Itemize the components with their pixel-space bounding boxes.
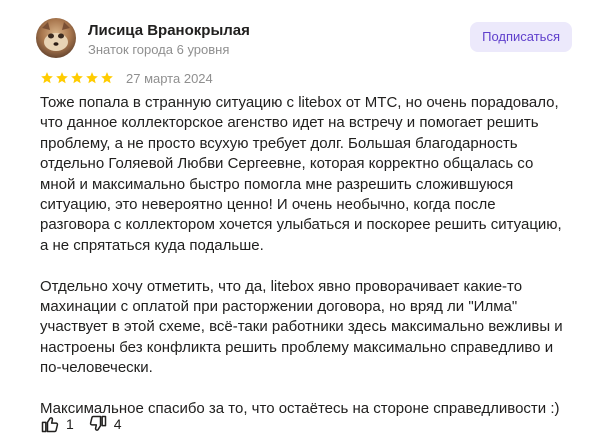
star-icon xyxy=(41,72,53,84)
author-name[interactable]: Лисица Вранокрылая xyxy=(88,22,250,39)
thumbs-up-icon xyxy=(41,417,59,433)
review-reactions: 1 4 xyxy=(40,412,136,436)
star-icon xyxy=(56,72,68,84)
thumbs-down-icon xyxy=(89,415,107,431)
review-text: Тоже попала в странную ситуацию с litebo… xyxy=(40,93,580,440)
author-level: Знаток города 6 уровня xyxy=(88,42,230,57)
star-icon xyxy=(101,72,113,84)
review-date: 27 марта 2024 xyxy=(126,70,213,86)
like-count: 1 xyxy=(66,416,74,432)
like-button[interactable]: 1 xyxy=(40,414,74,434)
review-paragraph: Отдельно хочу отметить, что да, litebox … xyxy=(40,277,563,377)
star-icon xyxy=(71,72,83,84)
dislike-button[interactable]: 4 xyxy=(88,414,122,434)
star-rating xyxy=(40,71,114,85)
star-icon xyxy=(86,72,98,84)
author-avatar[interactable] xyxy=(36,18,76,58)
review-header: Лисица Вранокрылая Знаток города 6 уровн… xyxy=(36,12,576,60)
review-paragraph: Тоже попала в странную ситуацию с litebo… xyxy=(40,94,562,254)
avatar-image xyxy=(36,18,76,58)
subscribe-button[interactable]: Подписаться xyxy=(470,22,572,52)
review-meta: 27 марта 2024 xyxy=(40,69,213,87)
dislike-count: 4 xyxy=(113,416,122,432)
review-card: Лисица Вранокрылая Знаток города 6 уровн… xyxy=(0,0,602,444)
